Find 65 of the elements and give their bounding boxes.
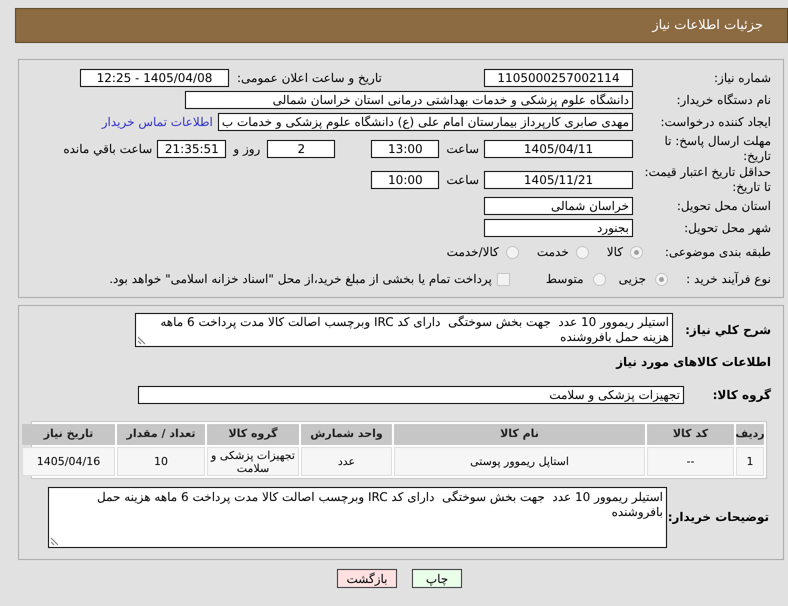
value-field: 1405/11/21 [484, 171, 633, 189]
time-label: ساعت [446, 172, 479, 189]
value-field: 1405/04/11 [484, 140, 633, 158]
field-label: شرح کلي نياز: [684, 322, 771, 338]
checkbox[interactable] [496, 272, 510, 286]
option-label: متوسط [546, 271, 584, 288]
checkbox-label: پرداخت تمام یا بخشی از مبلغ خرید،از محل "اسناد خزانه اسلامی" خواهد بود. [109, 271, 492, 288]
value-field: مهدی صابری کارپرداز بیمارستان امام علی (ع) دانشگاه علوم پزشکی و خدمات ب [218, 113, 633, 131]
print-button[interactable]: چاپ [412, 569, 462, 588]
table-cell: 10 [117, 447, 205, 476]
option-label: کالا [606, 244, 623, 261]
back-button[interactable]: بازگشت [337, 569, 397, 588]
table-cell: 1 [736, 447, 764, 476]
radio-button[interactable] [576, 246, 589, 258]
column-header: ردیف [736, 424, 764, 445]
value-field: 2 [267, 140, 336, 158]
field-label: تاریخ و ساعت اعلان عمومی: [237, 70, 382, 86]
value-field: 10:00 [371, 171, 440, 189]
field-label: گروه کالا: [712, 388, 771, 402]
resize-grip-icon[interactable] [50, 537, 59, 546]
description-field[interactable]: استیلر ریموور 10 عدد جهت بخش سوختگی دارای کد IRC وبرچسب اصالت کالا مدت پرداخت 6 ماهه هزینه حمل بافروشنده [135, 313, 673, 347]
radio-button[interactable] [630, 246, 643, 258]
field-label: نام دستگاه خریدار: [676, 92, 771, 108]
field-label: مهلت ارسال پاسخ: تا تاریخ: [663, 134, 771, 164]
column-header: واحد شمارش [301, 424, 392, 445]
field-label: نوع فرآیند خرید : [685, 272, 771, 286]
section-title: اطلاعات کالاهای مورد نیاز [616, 354, 771, 370]
field-label: شماره نیاز: [713, 70, 771, 86]
table-cell: تجهیزات پزشکی و سلامت [207, 447, 299, 476]
value-field: خراسان شمالی [484, 197, 633, 215]
value-field: تجهیزات پزشکی و سلامت [138, 386, 684, 404]
radio-button[interactable] [655, 272, 668, 286]
column-header: گروه کالا [207, 424, 299, 445]
field-label: استان محل تحویل: [676, 198, 771, 214]
time-label: ساعت [446, 141, 479, 158]
field-label: طبقه بندی موضوعی: [664, 244, 771, 260]
value-field: 13:00 [371, 140, 440, 158]
buyer-contact-link[interactable]: اطلاعات تماس خریدار [102, 113, 213, 131]
radio-button[interactable] [506, 246, 519, 258]
column-header: کد کالا [647, 424, 734, 445]
table-cell: استاپل ریموور پوستی [394, 447, 645, 476]
column-header: نام کالا [394, 424, 645, 445]
value-field: دانشگاه علوم پزشکی و خدمات بهداشتی درمانی استان خراسان شمالی [185, 91, 633, 109]
value-field: بجنورد [484, 219, 633, 237]
option-label: خدمت [536, 244, 569, 261]
value-field: 1405/04/08 - 12:25 [80, 69, 229, 87]
field-label: حداقل تاریخ اعتبار قیمت: تا تاریخ: [643, 165, 771, 195]
table-cell: -- [647, 447, 734, 476]
column-header: تعداد / مقدار [117, 424, 205, 445]
days-label: روز و [233, 141, 260, 158]
page-title: جزئیات اطلاعات نیاز [652, 16, 763, 35]
radio-button[interactable] [592, 272, 606, 286]
buyer-notes-field[interactable]: استیلر ریموور 10 عدد جهت بخش سوختگی دارای کد IRC وبرچسب اصالت کالا مدت پرداخت 6 ماهه هزینه حمل بافروشنده [48, 487, 667, 548]
table-cell: عدد [301, 447, 392, 476]
option-label: جزیی [618, 271, 646, 288]
resize-grip-icon[interactable] [137, 336, 146, 345]
field-label: شهر محل تحویل: [683, 220, 771, 236]
column-header: تاریخ نیاز [22, 424, 115, 445]
field-label: ایجاد کننده درخواست: [659, 114, 771, 130]
value-field: 1105000257002114 [484, 69, 633, 87]
table-cell: 1405/04/16 [22, 447, 115, 476]
field-label: توضیحات خریدار: [667, 510, 770, 525]
value-field: 21:35:51 [157, 140, 226, 158]
remaining-time-label: ساعت باقي مانده [63, 141, 152, 158]
option-label: کالا/خدمت [446, 244, 499, 261]
